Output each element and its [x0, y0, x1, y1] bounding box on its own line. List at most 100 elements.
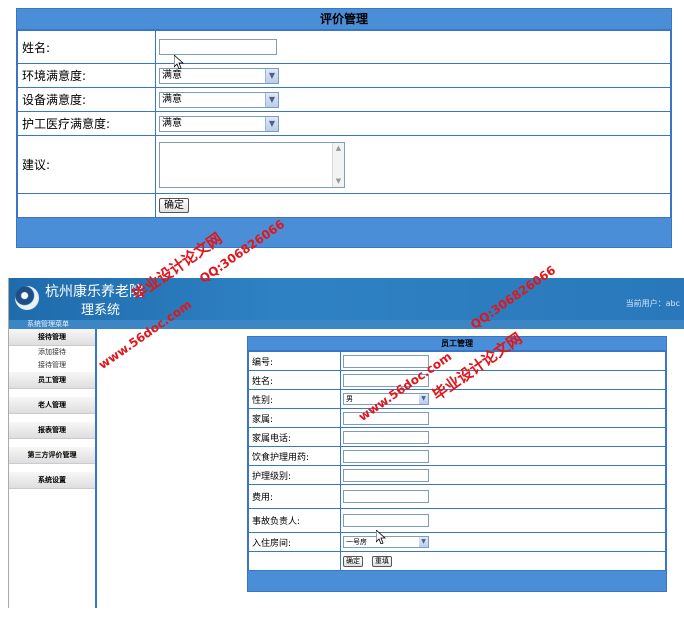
- suggestion-cell: ▲ ▼: [155, 135, 671, 194]
- sidebar-group-reports[interactable]: 报表管理: [9, 422, 95, 439]
- sidebar-group-third-party[interactable]: 第三方评价管理: [9, 447, 95, 464]
- equipment-satisfaction-select[interactable]: 满意 ▼: [159, 91, 279, 108]
- scroll-up-icon[interactable]: ▲: [333, 143, 344, 154]
- emp-row-gender: 性别: 男 ▼: [248, 389, 666, 409]
- id-cell: [340, 351, 666, 371]
- submit-cell: 确定: [155, 193, 671, 218]
- confirm-button[interactable]: 确定: [343, 555, 363, 567]
- accident-person-label: 事故负责人:: [248, 508, 341, 533]
- environment-selected-value: 满意: [162, 69, 182, 81]
- form-row-submit: 确定: [17, 193, 671, 218]
- environment-satisfaction-select[interactable]: 满意 ▼: [159, 67, 279, 84]
- employee-form-table: 编号: 姓名: 性别: 男 ▼ 家属: 家属电话: 饮食护理用药: 护理级别: …: [248, 351, 666, 571]
- care-level-label: 护理级别:: [248, 465, 341, 485]
- menu-subbar: 系统管理菜单: [9, 320, 684, 329]
- equipment-satisfaction-label: 设备满意度:: [17, 87, 156, 112]
- id-label: 编号:: [248, 351, 341, 371]
- system-title-line1: 杭州康乐养老院: [45, 284, 143, 300]
- gender-select[interactable]: 男 ▼: [343, 393, 429, 405]
- reset-button[interactable]: 重填: [371, 555, 392, 567]
- scroll-down-icon[interactable]: ▼: [333, 176, 344, 187]
- emp-name-label: 姓名:: [248, 370, 341, 390]
- family-phone-label: 家属电话:: [248, 427, 341, 447]
- emp-row-fee: 费用:: [248, 484, 666, 509]
- name-label: 姓名:: [17, 30, 156, 64]
- suggestion-label: 建议:: [17, 135, 156, 194]
- system-banner: 杭州康乐养老院 理系统 当前用户：abc: [9, 278, 684, 320]
- emp-row-id: 编号:: [248, 351, 666, 371]
- sidebar-item-reception-manage[interactable]: 接待管理: [9, 359, 95, 372]
- room-selected-value: 一号房: [346, 538, 367, 546]
- evaluation-form-footer: [17, 218, 671, 247]
- family-input[interactable]: [343, 411, 429, 425]
- chevron-down-icon: ▼: [265, 92, 278, 107]
- emp-name-input[interactable]: [343, 373, 429, 387]
- accident-person-input[interactable]: [343, 514, 429, 527]
- diet-medication-cell: [340, 446, 666, 466]
- care-satisfaction-select[interactable]: 满意 ▼: [159, 115, 279, 132]
- diet-medication-input[interactable]: [343, 449, 429, 463]
- gender-selected-value: 男: [346, 395, 353, 403]
- chevron-down-icon: ▼: [419, 537, 428, 547]
- chevron-down-icon: ▼: [265, 116, 278, 131]
- accident-person-cell: [340, 508, 666, 533]
- employee-form-panel: 员工管理 编号: 姓名: 性别: 男 ▼ 家属: 家属电话: 饮食护理用药: 护…: [247, 336, 667, 592]
- room-label: 入住房间:: [248, 532, 341, 552]
- care-satisfaction-label: 护工医疗满意度:: [17, 111, 156, 136]
- family-phone-input[interactable]: [343, 430, 429, 444]
- chevron-down-icon: ▼: [419, 394, 428, 404]
- environment-cell: 满意 ▼: [155, 63, 671, 88]
- sidebar-group-reception[interactable]: 接待管理: [9, 329, 95, 346]
- emp-row-buttons: 确定 重填: [248, 551, 666, 571]
- care-cell: 满意 ▼: [155, 111, 671, 136]
- mouse-cursor-icon: [376, 530, 386, 544]
- confirm-button[interactable]: 确定: [159, 198, 189, 213]
- emp-row-name: 姓名:: [248, 370, 666, 390]
- sidebar-menu: 接待管理 添加接待 接待管理 员工管理 老人管理 报表管理 第三方评价管理 系统…: [9, 329, 97, 608]
- family-phone-cell: [340, 427, 666, 447]
- emp-row-family-phone: 家属电话:: [248, 427, 666, 447]
- name-input[interactable]: [159, 39, 277, 55]
- equipment-selected-value: 满意: [162, 93, 182, 105]
- emp-row-care-level: 护理级别:: [248, 465, 666, 485]
- diet-medication-label: 饮食护理用药:: [248, 446, 341, 466]
- evaluation-form-panel: 评价管理 姓名: 环境满意度: 满意 ▼ 设备满意度: 满意 ▼ 护工医疗满意度: …: [16, 8, 672, 248]
- current-user-label: 当前用户：abc: [625, 299, 680, 308]
- sidebar-group-elderly[interactable]: 老人管理: [9, 397, 95, 414]
- form-row-name: 姓名:: [17, 30, 671, 64]
- mouse-cursor-icon: [174, 55, 184, 69]
- gender-label: 性别:: [248, 389, 341, 409]
- main-content: 员工管理 编号: 姓名: 性别: 男 ▼ 家属: 家属电话: 饮食护理用药: 护…: [99, 329, 684, 608]
- care-level-input[interactable]: [343, 468, 429, 482]
- submit-row-blank: [17, 193, 156, 218]
- sidebar-item-add-reception[interactable]: 添加接待: [9, 346, 95, 359]
- fee-input[interactable]: [343, 490, 429, 503]
- buttons-row-blank: [248, 551, 341, 571]
- equipment-cell: 满意 ▼: [155, 87, 671, 112]
- suggestion-textarea[interactable]: ▲ ▼: [159, 141, 345, 188]
- fee-label: 费用:: [248, 484, 341, 509]
- textarea-scrollbar[interactable]: ▲ ▼: [332, 142, 344, 187]
- gender-cell: 男 ▼: [340, 389, 666, 409]
- form-row-suggestion: 建议: ▲ ▼: [17, 135, 671, 194]
- buttons-cell: 确定 重填: [340, 551, 666, 571]
- chevron-down-icon: ▼: [265, 68, 278, 83]
- form-row-care: 护工医疗满意度: 满意 ▼: [17, 111, 671, 136]
- emp-name-cell: [340, 370, 666, 390]
- sidebar-group-settings[interactable]: 系统设置: [9, 472, 95, 489]
- menu-subbar-text: 系统管理菜单: [27, 320, 69, 328]
- emp-row-accident: 事故负责人:: [248, 508, 666, 533]
- system-title-line2: 理系统: [81, 303, 121, 318]
- sidebar-group-staff[interactable]: 员工管理: [9, 372, 95, 389]
- room-select[interactable]: 一号房 ▼: [343, 536, 429, 548]
- emp-row-room: 入住房间: 一号房 ▼: [248, 532, 666, 552]
- id-input[interactable]: [343, 354, 429, 368]
- name-cell: [155, 30, 671, 64]
- care-level-cell: [340, 465, 666, 485]
- form-row-environment: 环境满意度: 满意 ▼: [17, 63, 671, 88]
- evaluation-form-title: 评价管理: [17, 9, 671, 30]
